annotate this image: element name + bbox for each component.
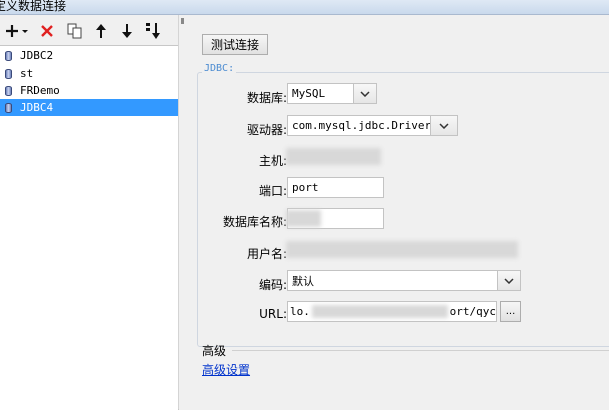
redacted-dbname bbox=[286, 210, 321, 227]
red-x-icon bbox=[41, 25, 53, 37]
dbname-label: 数据库名称: bbox=[222, 215, 287, 229]
delete-connection-button[interactable] bbox=[38, 21, 56, 41]
add-connection-button[interactable] bbox=[5, 21, 29, 41]
list-item-frdemo[interactable]: FRDemo bbox=[0, 82, 178, 99]
list-item-label: JDBC2 bbox=[20, 49, 54, 62]
test-connection-button[interactable]: 测试连接 bbox=[202, 34, 268, 55]
port-label: 端口: bbox=[258, 184, 287, 198]
driver-label: 驱动器: bbox=[246, 123, 287, 137]
chevron-down-icon[interactable] bbox=[430, 116, 457, 135]
copy-connection-button[interactable] bbox=[66, 21, 84, 41]
list-item-jdbc4[interactable]: JDBC4 bbox=[0, 99, 178, 116]
database-label: 数据库: bbox=[246, 91, 287, 105]
sort-button[interactable] bbox=[143, 21, 163, 41]
advanced-section-title: 高级 bbox=[202, 344, 227, 358]
list-item-label: FRDemo bbox=[20, 84, 60, 97]
plus-icon bbox=[6, 25, 28, 37]
advanced-divider bbox=[232, 350, 609, 351]
copy-icon bbox=[67, 23, 82, 39]
chevron-down-icon[interactable] bbox=[497, 271, 520, 290]
port-field[interactable]: port bbox=[287, 177, 384, 198]
url-browse-button[interactable]: ... bbox=[500, 301, 521, 322]
connection-tree: JDBC2 st FRDemo JDBC4 bbox=[0, 45, 179, 410]
splitter-grip bbox=[181, 18, 184, 24]
connection-detail-pane: 测试连接 JDBC: 数据库: MySQL 驱动器: com.mysql.jdb… bbox=[187, 15, 609, 409]
database-icon bbox=[5, 102, 12, 113]
list-item-label: st bbox=[20, 67, 34, 80]
window-titlebar: 定义数据连接 bbox=[0, 0, 609, 15]
list-item-label: JDBC4 bbox=[20, 101, 54, 114]
database-icon bbox=[5, 50, 12, 61]
list-item-jdbc2[interactable]: JDBC2 bbox=[0, 47, 178, 64]
database-icon bbox=[5, 85, 12, 96]
window-title: 定义数据连接 bbox=[0, 0, 67, 13]
driver-value: com.mysql.jdbc.Driver bbox=[292, 119, 432, 132]
redacted-url bbox=[311, 305, 448, 318]
connection-toolbar bbox=[0, 15, 178, 45]
move-down-button[interactable] bbox=[118, 21, 136, 41]
pane-splitter[interactable] bbox=[178, 15, 187, 409]
list-item-st[interactable]: st bbox=[0, 65, 178, 82]
database-value: MySQL bbox=[292, 87, 326, 100]
connection-list-pane: JDBC2 st FRDemo JDBC4 bbox=[0, 15, 186, 410]
username-label: 用户名: bbox=[246, 247, 287, 261]
database-icon bbox=[5, 68, 12, 79]
url-label: URL: bbox=[259, 307, 287, 321]
host-label: 主机: bbox=[258, 154, 287, 168]
url-field[interactable]: lo. ort/qyc bbox=[287, 301, 497, 322]
driver-select[interactable]: com.mysql.jdbc.Driver bbox=[287, 115, 458, 136]
encoding-value: 默认 bbox=[292, 274, 314, 288]
sort-down-icon bbox=[146, 23, 160, 39]
advanced-settings-link[interactable]: 高级设置 bbox=[202, 361, 250, 378]
encoding-select[interactable]: 默认 bbox=[287, 270, 521, 291]
database-select[interactable]: MySQL bbox=[287, 83, 377, 104]
arrow-up-icon bbox=[96, 24, 106, 38]
url-prefix: lo. bbox=[290, 305, 310, 318]
port-value: port bbox=[292, 181, 319, 194]
arrow-down-icon bbox=[122, 24, 132, 38]
move-up-button[interactable] bbox=[92, 21, 110, 41]
jdbc-group-title: JDBC: bbox=[202, 63, 237, 74]
url-suffix: ort/qyc bbox=[449, 305, 496, 318]
redacted-host bbox=[286, 148, 381, 165]
encoding-label: 编码: bbox=[258, 278, 287, 292]
chevron-down-icon[interactable] bbox=[353, 84, 376, 103]
redacted-username bbox=[286, 241, 518, 258]
